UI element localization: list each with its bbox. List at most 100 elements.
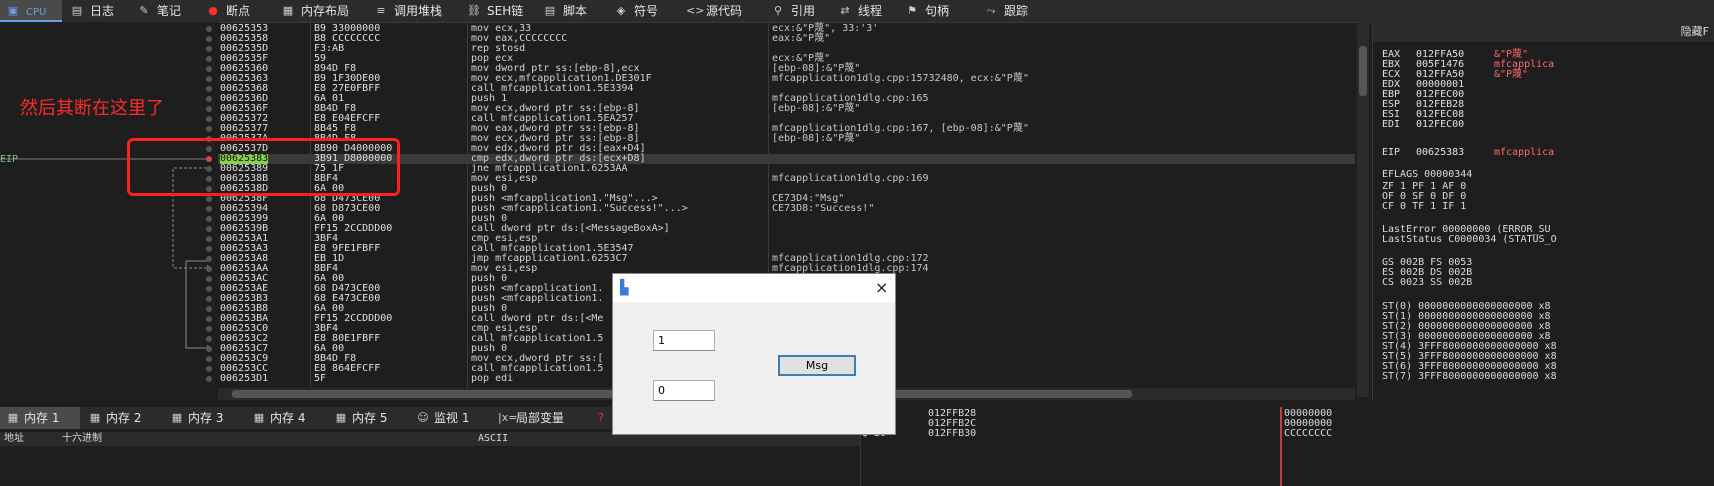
breakpoint-dot[interactable]	[206, 106, 212, 112]
tab-5[interactable]: ≡ 调用堆栈	[368, 0, 459, 22]
bottom-tab-0[interactable]: ▦ 内存 1	[0, 407, 80, 429]
divider	[1280, 407, 1282, 486]
breakpoint-dot[interactable]	[206, 46, 212, 52]
breakpoint-dot[interactable]	[206, 296, 212, 302]
breakpoint-dot[interactable]	[206, 306, 212, 312]
tab-1[interactable]: ▤ 日志	[64, 0, 129, 22]
breakpoint-dot[interactable]	[206, 126, 212, 132]
fpu-st-row: ST(7) 3FFF8000000000000000 x8	[1382, 371, 1557, 382]
breakpoint-dot[interactable]	[206, 116, 212, 122]
breakpoint-dot[interactable]	[206, 326, 212, 332]
eflags: EFLAGS 00000344	[1382, 169, 1473, 180]
breakpoint-dot[interactable]	[206, 96, 212, 102]
breakpoint-dot[interactable]	[206, 366, 212, 372]
tab-11[interactable]: ⇄ 线程	[832, 0, 897, 22]
top-tab-bar: ▣ CPU ▤ 日志 ✎ 笔记 ● 断点 ▦ 内存布局 ≡ 调用堆栈 ⛓ SEH链 ▤ 脚本 ◈ 符号 <> 源代码 ⚲…	[0, 0, 1714, 23]
breakpoint-dot[interactable]	[206, 336, 212, 342]
dialog-titlebar: ▙ ×	[613, 274, 895, 302]
disasm-vertical-scrollbar[interactable]	[1357, 22, 1369, 397]
breakpoint-dot[interactable]	[206, 56, 212, 62]
bottom-tab-3[interactable]: ▦ 内存 4	[246, 407, 326, 429]
breakpoint-dot[interactable]	[206, 376, 212, 382]
app-icon: ▙	[620, 280, 629, 296]
disasm-row[interactable]: 00625363 B9 1F30DE00 mov ecx,mfcapplicatio…	[206, 74, 1355, 84]
msg-button[interactable]: Msg	[778, 355, 856, 376]
disasm-row[interactable]: 00625358 B8 CCCCCCCC mov eax,CCCCCCCC eax:&…	[206, 33, 1355, 44]
tab-label: 句柄	[925, 4, 950, 18]
breakpoint-dot[interactable]	[206, 86, 212, 92]
cpu-icon: ▣	[7, 4, 19, 17]
breakpoint-dot[interactable]	[206, 246, 212, 252]
breakpoint-dot[interactable]	[206, 66, 212, 72]
close-button[interactable]: ×	[875, 278, 888, 297]
bottom-tab-5[interactable]: ☺ 监视 1	[410, 407, 490, 429]
last-error-row: LastStatus C0000034 (STATUS_O	[1382, 234, 1557, 245]
tab-0[interactable]: ▣ CPU	[0, 0, 62, 22]
tab-9[interactable]: <> 源代码	[680, 0, 763, 22]
tab-3[interactable]: ● 断点	[200, 0, 273, 22]
disasm-row[interactable]: 0062536F 8B4D F8 mov ecx,dword ptr ss:[ebp…	[206, 104, 1355, 114]
source-icon: <>	[686, 4, 705, 17]
breakpoint-dot[interactable]	[206, 286, 212, 292]
tab-13[interactable]: ⤳ 跟踪	[978, 0, 1048, 22]
tab-4[interactable]: ▦ 内存布局	[275, 0, 366, 22]
disasm-row[interactable]: 006253A1 3BF4 cmp esi,esp	[206, 234, 1355, 244]
tab-10[interactable]: ⚲ 引用	[765, 0, 830, 22]
tab-label: 日志	[90, 4, 115, 18]
tab-7[interactable]: ▤ 脚本	[537, 0, 606, 22]
threads-icon: ⇄	[840, 4, 850, 17]
flags-row: CF 0 TF 1 IF 1	[1382, 201, 1467, 212]
breakpoint-dot[interactable]	[206, 256, 212, 262]
bottom-tab-6[interactable]: |x= 局部变量	[492, 407, 586, 429]
stack-panel[interactable]: 012FFB2800000000012FFB2C00000000$-20012F…	[860, 407, 1714, 486]
hide-fpu-button[interactable]: 隐藏F	[1373, 22, 1714, 42]
dump-header-hex: 十六进制	[62, 433, 102, 444]
jump-arrows	[0, 158, 212, 351]
breakpoint-dot[interactable]	[206, 36, 212, 42]
breakpoint-dot[interactable]	[206, 316, 212, 322]
breakpoint-dot[interactable]	[206, 266, 212, 272]
breakpoint-dot[interactable]	[206, 226, 212, 232]
breakpoint-dot[interactable]	[206, 206, 212, 212]
disasm-row[interactable]: 00625394 68 D873CE00 push <mfcapplication1…	[206, 203, 1355, 214]
memory-map-icon: ▦	[282, 4, 294, 17]
register-value: 012FEC00	[1416, 119, 1465, 130]
log-icon: ▤	[71, 4, 83, 17]
bottom-tab-2[interactable]: ▦ 内存 3	[164, 407, 244, 429]
breakpoint-dot[interactable]	[206, 236, 212, 242]
stack-addr: 012FFB30	[928, 428, 977, 439]
disasm-comment: mfcapplication1dlg.cpp:169	[772, 173, 929, 184]
tab-label: 线程	[858, 4, 883, 18]
breakpoint-dot[interactable]	[206, 76, 212, 82]
tab-label: 脚本	[563, 4, 588, 18]
call-stack-icon: ≡	[376, 4, 386, 17]
bottom-tab-1[interactable]: ▦ 内存 2	[82, 407, 162, 429]
disasm-comment: CE73D8:"Success!"	[772, 203, 875, 214]
tab-label: 调用堆栈	[394, 4, 443, 18]
bottom-tab-4[interactable]: ▦ 内存 5	[328, 407, 408, 429]
number-input-2[interactable]	[653, 380, 715, 401]
breakpoint-dot[interactable]	[206, 276, 212, 282]
number-input-1[interactable]	[653, 330, 715, 351]
tab-2[interactable]: ✎ 笔记	[131, 0, 198, 22]
disasm-comment: eax:&"P蔑"	[772, 33, 831, 44]
tab-8[interactable]: ◈ 符号	[608, 0, 678, 22]
breakpoint-dot[interactable]	[206, 356, 212, 362]
breakpoint-dot[interactable]	[206, 216, 212, 222]
breakpoint-dot[interactable]	[206, 196, 212, 202]
breakpoint-dot[interactable]	[206, 346, 212, 352]
disasm-row[interactable]: 0062539B FF15 2CCDDD00 call dword ptr ds:[…	[206, 224, 1355, 234]
tab-label: 断点	[226, 4, 251, 18]
register-edi: EDI 012FEC00	[1382, 120, 1494, 130]
breakpoint-dot[interactable]	[206, 26, 212, 32]
notes-icon: ✎	[139, 4, 149, 17]
tab-label: 符号	[634, 4, 659, 18]
tab-label: 笔记	[157, 4, 182, 18]
tab-label: 内存 3	[188, 411, 224, 425]
tab-label: 内存 4	[270, 411, 306, 425]
scroll-thumb[interactable]	[1359, 46, 1367, 96]
tab-12[interactable]: ⚑ 句柄	[899, 0, 976, 22]
locals-icon: |x=	[498, 411, 518, 424]
tab-label: 源代码	[706, 4, 743, 18]
tab-6[interactable]: ⛓ SEH链	[461, 0, 535, 22]
